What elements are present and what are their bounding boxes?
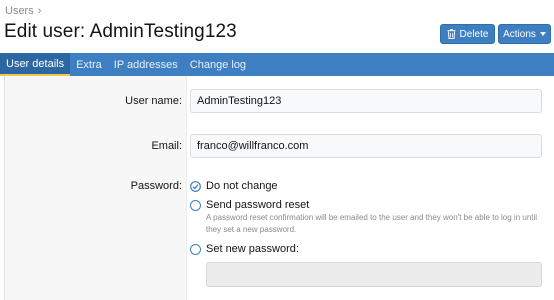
email-field[interactable]: franco@willfranco.com [190, 134, 542, 158]
option-label: Set new password: [206, 243, 299, 255]
actions-menu-button[interactable]: Actions [498, 24, 551, 44]
password-option-send-reset[interactable]: Send password reset [190, 199, 309, 211]
option-label: Send password reset [206, 199, 310, 211]
option-label: Do not change [206, 180, 278, 192]
radio-icon [190, 243, 201, 255]
tab-user-details[interactable]: User details [0, 53, 71, 76]
username-field[interactable]: AdminTesting123 [190, 89, 542, 113]
checkmark-icon [190, 180, 201, 192]
password-option-do-not-change[interactable]: Do not change [190, 180, 278, 192]
page-title: Edit user: AdminTesting123 [4, 21, 237, 42]
actions-label: Actions [503, 28, 536, 40]
password-option-set-new[interactable]: Set new password: [190, 243, 299, 255]
breadcrumb: Users › [5, 5, 41, 17]
trash-icon [447, 29, 456, 39]
tab-extra[interactable]: Extra [70, 53, 108, 76]
delete-label: Delete [459, 28, 489, 40]
radio-icon [190, 199, 201, 211]
tab-ip-addresses[interactable]: IP addresses [108, 53, 184, 76]
chevron-right-icon: › [37, 5, 42, 17]
reset-hint-text: A password reset confirmation will be em… [206, 213, 538, 234]
delete-button[interactable]: Delete [440, 24, 495, 44]
tab-change-log[interactable]: Change log [184, 53, 252, 76]
new-password-field[interactable] [206, 262, 542, 287]
breadcrumb-users-link[interactable]: Users [5, 5, 34, 17]
password-label: Password: [130, 180, 182, 192]
username-label: User name: [125, 95, 182, 107]
email-label: Email: [151, 140, 182, 152]
tab-bar: User details Extra IP addresses Change l… [0, 53, 554, 76]
caret-down-icon [539, 32, 546, 36]
